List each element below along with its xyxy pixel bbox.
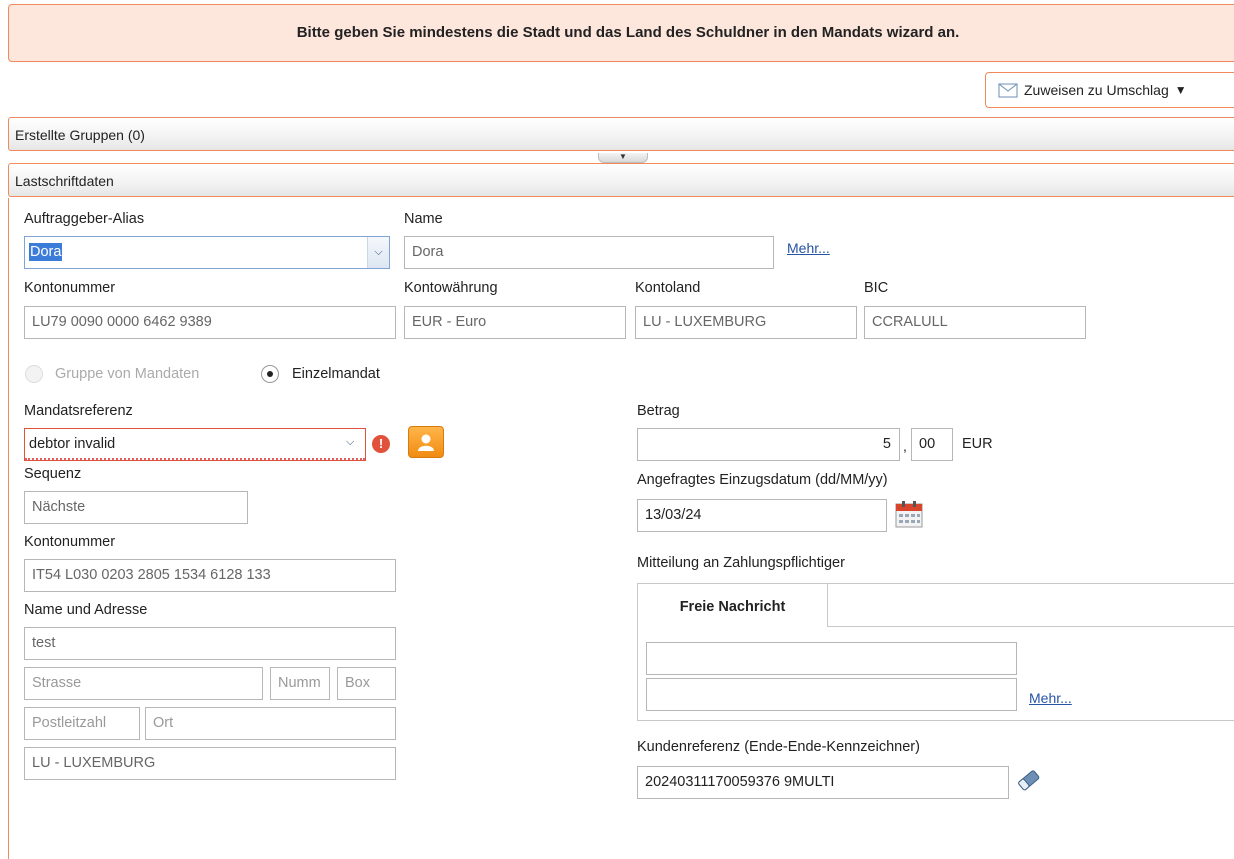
amount-currency: EUR [962, 436, 993, 452]
amount-integer-field[interactable]: 5 [637, 428, 900, 461]
eraser-icon[interactable] [1013, 766, 1043, 799]
assign-envelope-label: Zuweisen zu Umschlag [1024, 82, 1169, 98]
bic-field[interactable]: CCRALULL [864, 306, 1086, 339]
name-label: Name [404, 211, 443, 227]
collapse-handle[interactable]: ▼ [598, 153, 648, 163]
message-more-link[interactable]: Mehr... [1029, 690, 1072, 706]
section-created-groups-title: Erstellte Gruppen (0) [15, 127, 145, 143]
country-field[interactable]: LU - LUXEMBURG [635, 306, 857, 339]
amount-label: Betrag [637, 403, 680, 419]
envelope-icon [998, 83, 1018, 97]
creditor-account-label: Kontonummer [24, 280, 116, 296]
country-label: Kontoland [635, 280, 701, 296]
house-number-field[interactable]: Numm [270, 667, 330, 700]
amount-decimal-field[interactable]: 00 [911, 428, 953, 461]
currency-field[interactable]: EUR - Euro [404, 306, 626, 339]
radio-single-mandate-label: Einzelmandat [292, 366, 380, 382]
message-line-2[interactable] [646, 678, 1017, 711]
debtor-account-label: Kontonummer [24, 534, 116, 550]
endtoend-field[interactable]: 20240311170059376 9MULTI [637, 766, 1009, 799]
tab-free-message[interactable]: Freie Nachricht [637, 583, 828, 627]
radio-group-mandates[interactable] [25, 365, 43, 383]
person-icon [418, 434, 434, 451]
chevron-down-icon[interactable]: ⌵ [367, 237, 389, 268]
debtor-account-field[interactable]: IT54 L030 0203 2805 1534 6128 133 [24, 559, 396, 592]
currency-label: Kontowährung [404, 280, 498, 296]
date-label: Angefragtes Einzugsdatum (dd/MM/yy) [637, 472, 888, 488]
name-field[interactable]: Dora [404, 236, 774, 269]
alias-label: Auftraggeber-Alias [24, 211, 145, 227]
debtor-lookup-button[interactable] [408, 426, 444, 458]
radio-single-mandate[interactable] [261, 365, 279, 383]
debtor-country-field[interactable]: LU - LUXEMBURG [24, 747, 396, 780]
mandate-ref-value: debtor invalid [25, 429, 365, 460]
city-field[interactable]: Ort [145, 707, 396, 740]
sequence-label: Sequenz [24, 466, 82, 482]
box-field[interactable]: Box [337, 667, 396, 700]
name-address-label: Name und Adresse [24, 602, 148, 618]
date-field[interactable]: 13/03/24 [637, 499, 887, 532]
assign-envelope-button[interactable]: Zuweisen zu Umschlag ▼ [985, 72, 1234, 108]
alias-select-value: Dora [29, 243, 63, 261]
amount-separator: , [903, 438, 907, 454]
sequence-field[interactable]: Nächste [24, 491, 248, 524]
message-line-1[interactable] [646, 642, 1017, 675]
debtor-name-field[interactable]: test [24, 627, 396, 660]
chevron-down-icon[interactable]: ⌵ [346, 436, 354, 449]
endtoend-label: Kundenreferenz (Ende-Ende-Kennzeichner) [637, 739, 920, 755]
radio-group-mandates-label: Gruppe von Mandaten [55, 366, 200, 382]
caret-down-icon: ▼ [1174, 83, 1187, 97]
creditor-account-field[interactable]: LU79 0090 0000 6462 9389 [24, 306, 396, 339]
mandate-ref-label: Mandatsreferenz [24, 403, 133, 419]
postcode-field[interactable]: Postleitzahl [24, 707, 140, 740]
mandate-ref-select[interactable]: debtor invalid [24, 428, 366, 461]
warning-banner: Bitte geben Sie mindestens die Stadt und… [8, 4, 1234, 62]
panel-border [8, 198, 9, 859]
section-created-groups[interactable]: Erstellte Gruppen (0) [8, 117, 1234, 151]
alias-select[interactable]: Dora ⌵ [24, 236, 390, 269]
street-field[interactable]: Strasse [24, 667, 263, 700]
message-label: Mitteilung an Zahlungspflichtiger [637, 555, 845, 571]
tab-divider [828, 626, 1234, 627]
calendar-icon[interactable] [894, 499, 924, 532]
section-debit-data[interactable]: Lastschriftdaten [8, 163, 1234, 197]
error-icon: ! [372, 435, 390, 453]
section-debit-data-title: Lastschriftdaten [15, 173, 114, 189]
bic-label: BIC [864, 280, 889, 296]
creditor-more-link[interactable]: Mehr... [787, 240, 830, 256]
